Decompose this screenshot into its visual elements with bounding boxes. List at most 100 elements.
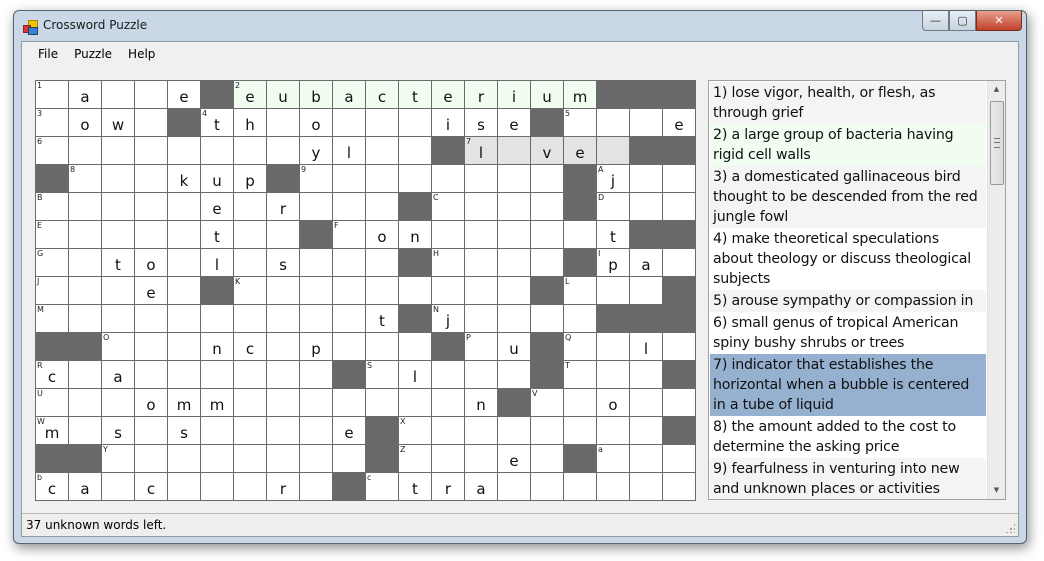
grid-cell[interactable]: [629, 388, 663, 417]
grid-cell[interactable]: [398, 136, 432, 165]
grid-cell[interactable]: o: [596, 388, 630, 417]
grid-cell[interactable]: [398, 332, 432, 361]
grid-cell[interactable]: [365, 276, 399, 305]
grid-cell[interactable]: e: [563, 136, 597, 165]
grid-cell[interactable]: [101, 136, 135, 165]
grid-cell[interactable]: [464, 220, 498, 249]
grid-cell[interactable]: [662, 164, 696, 193]
grid-cell[interactable]: [530, 220, 564, 249]
grid-cell[interactable]: [167, 276, 201, 305]
grid-cell[interactable]: [629, 192, 663, 221]
grid-cell[interactable]: [431, 164, 465, 193]
grid-cell[interactable]: [662, 444, 696, 473]
grid-cell[interactable]: [134, 136, 168, 165]
grid-cell[interactable]: [464, 304, 498, 333]
grid-cell[interactable]: u: [266, 80, 300, 109]
grid-cell[interactable]: [464, 276, 498, 305]
grid-cell[interactable]: Ip: [596, 248, 630, 277]
grid-cell[interactable]: [134, 416, 168, 445]
grid-cell[interactable]: y: [299, 136, 333, 165]
grid-cell[interactable]: [332, 444, 366, 473]
grid-cell[interactable]: [266, 332, 300, 361]
grid-cell[interactable]: s: [266, 248, 300, 277]
grid-cell[interactable]: [299, 416, 333, 445]
grid-cell[interactable]: [464, 248, 498, 277]
grid-cell[interactable]: [332, 248, 366, 277]
grid-cell[interactable]: X: [398, 416, 432, 445]
grid-cell[interactable]: M: [35, 304, 69, 333]
grid-cell[interactable]: [266, 136, 300, 165]
grid-cell[interactable]: [233, 472, 267, 501]
grid-cell[interactable]: [167, 332, 201, 361]
grid-cell[interactable]: u: [497, 332, 531, 361]
grid-cell[interactable]: [662, 332, 696, 361]
grid-cell[interactable]: m: [563, 80, 597, 109]
grid-cell[interactable]: [365, 388, 399, 417]
grid-cell[interactable]: [134, 108, 168, 137]
grid-cell[interactable]: [629, 360, 663, 389]
grid-cell[interactable]: [299, 472, 333, 501]
grid-cell[interactable]: [299, 248, 333, 277]
grid-cell[interactable]: n: [464, 388, 498, 417]
grid-cell[interactable]: Aj: [596, 164, 630, 193]
grid-cell[interactable]: [497, 416, 531, 445]
maximize-button[interactable]: ▢: [949, 11, 976, 31]
grid-cell[interactable]: [233, 416, 267, 445]
grid-cell[interactable]: u: [530, 80, 564, 109]
grid-cell[interactable]: a: [629, 248, 663, 277]
grid-cell[interactable]: [101, 192, 135, 221]
grid-cell[interactable]: [596, 276, 630, 305]
grid-cell[interactable]: [68, 136, 102, 165]
grid-cell[interactable]: [497, 360, 531, 389]
grid-cell[interactable]: [464, 164, 498, 193]
menu-help[interactable]: Help: [120, 44, 163, 64]
grid-cell[interactable]: u: [200, 164, 234, 193]
grid-cell[interactable]: a: [464, 472, 498, 501]
grid-cell[interactable]: i: [497, 80, 531, 109]
clue-item[interactable]: 1) lose vigor, health, or flesh, as thro…: [710, 82, 986, 124]
grid-cell[interactable]: [134, 332, 168, 361]
grid-cell[interactable]: [365, 136, 399, 165]
grid-cell[interactable]: [299, 276, 333, 305]
grid-cell[interactable]: e: [497, 108, 531, 137]
grid-cell[interactable]: [332, 388, 366, 417]
crossword-grid[interactable]: 1ae2eubacterium3ow4thoise5e6yl7lve8kup9A…: [35, 80, 696, 501]
grid-cell[interactable]: [233, 192, 267, 221]
grid-cell[interactable]: [299, 304, 333, 333]
clue-item[interactable]: 5) arouse sympathy or compassion in: [710, 290, 986, 312]
grid-cell[interactable]: [629, 164, 663, 193]
grid-cell[interactable]: [101, 80, 135, 109]
grid-cell[interactable]: [233, 220, 267, 249]
grid-cell[interactable]: [200, 444, 234, 473]
grid-cell[interactable]: [200, 416, 234, 445]
grid-cell[interactable]: [299, 192, 333, 221]
grid-cell[interactable]: [68, 360, 102, 389]
grid-cell[interactable]: L: [563, 276, 597, 305]
grid-cell[interactable]: [497, 220, 531, 249]
grid-cell[interactable]: m: [200, 388, 234, 417]
grid-cell[interactable]: [596, 136, 630, 165]
grid-cell[interactable]: o: [299, 108, 333, 137]
grid-cell[interactable]: e: [431, 80, 465, 109]
grid-cell[interactable]: t: [596, 220, 630, 249]
menu-file[interactable]: File: [30, 44, 66, 64]
grid-cell[interactable]: [299, 360, 333, 389]
grid-cell[interactable]: [200, 360, 234, 389]
grid-cell[interactable]: F: [332, 220, 366, 249]
grid-cell[interactable]: [629, 472, 663, 501]
grid-cell[interactable]: O: [101, 332, 135, 361]
grid-cell[interactable]: K: [233, 276, 267, 305]
grid-cell[interactable]: [530, 164, 564, 193]
grid-cell[interactable]: a: [332, 80, 366, 109]
grid-cell[interactable]: e: [497, 444, 531, 473]
grid-cell[interactable]: a: [68, 472, 102, 501]
grid-cell[interactable]: [464, 192, 498, 221]
grid-cell[interactable]: [167, 360, 201, 389]
grid-cell[interactable]: [266, 304, 300, 333]
clue-item[interactable]: 7) indicator that establishes the horizo…: [710, 354, 986, 416]
grid-cell[interactable]: e: [200, 192, 234, 221]
grid-cell[interactable]: 6: [35, 136, 69, 165]
grid-cell[interactable]: 4t: [200, 108, 234, 137]
close-button[interactable]: ✕: [976, 11, 1022, 31]
grid-cell[interactable]: o: [134, 388, 168, 417]
